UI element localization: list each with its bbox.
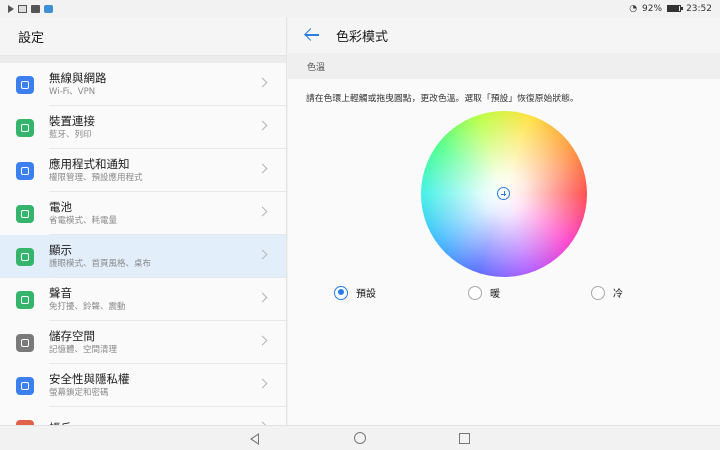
color-mode-panel: 色彩模式 色溫 請在色環上輕觸或拖曳圓點，更改色溫。選取「預設」恢復原始狀態。 …: [288, 17, 720, 425]
battery-percent: 92%: [642, 3, 663, 14]
sidebar-item-text: 電池省電模式、耗電量: [49, 200, 117, 227]
battery-icon: [667, 5, 684, 12]
chevron-right-icon: [257, 292, 268, 303]
app-icon: [44, 4, 53, 13]
sidebar-item-subtitle: 護眼模式、首頁風格、桌布: [49, 259, 152, 269]
page-title: 色彩模式: [336, 29, 389, 45]
radio-label: 預設: [356, 289, 376, 300]
icon-glyph: [21, 209, 29, 218]
sidebar-item-text: 顯示護眼模式、首頁風格、桌布: [49, 243, 151, 270]
sidebar-item-label: 儲存空間: [49, 329, 95, 343]
sidebar-item-label: 應用程式和通知: [49, 157, 130, 171]
image-icon: [18, 4, 27, 13]
chevron-right-icon: [257, 249, 268, 260]
security-shield-icon: [16, 376, 34, 395]
sidebar-item-label: 聲音: [49, 286, 72, 300]
apps-icon: [16, 161, 34, 180]
divider: [0, 55, 286, 63]
radio-circle: [334, 285, 348, 300]
section-header-color-temperature: 色溫: [288, 53, 720, 79]
sidebar-item-battery[interactable]: 電池省電模式、耗電量: [0, 192, 286, 235]
wifi-icon: [16, 75, 34, 94]
sidebar-item-wifi[interactable]: 無線與網路 Wi-Fi、VPN: [0, 63, 286, 106]
color-picker-handle[interactable]: [497, 187, 510, 200]
nav-back-icon[interactable]: [250, 433, 259, 445]
sidebar-item-label: 顯示: [49, 243, 72, 257]
status-bar: ◔ 92% 23:52: [0, 0, 720, 17]
sidebar-item-label: 裝置連接: [49, 114, 95, 128]
instruction-text: 請在色環上輕觸或拖曳圓點，更改色溫。選取「預設」恢復原始狀態。: [306, 94, 579, 104]
sidebar-item-text: 裝置連接 藍牙、列印: [49, 114, 95, 141]
sidebar-item-subtitle: 免打擾、鈴聲、震動: [49, 302, 126, 312]
status-right: ◔ 92% 23:52: [629, 4, 712, 14]
icon-glyph: [21, 252, 29, 261]
navigation-bar: [0, 425, 720, 450]
sidebar-item-sound[interactable]: 聲音免打擾、鈴聲、震動: [0, 278, 286, 321]
radio-warm[interactable]: 暖: [468, 285, 500, 300]
sound-icon: [16, 290, 34, 309]
radio-cool[interactable]: 冷: [591, 285, 623, 300]
battery-fill: [668, 6, 680, 11]
nav-home-icon[interactable]: [354, 432, 366, 444]
sidebar-item-text: 無線與網路 Wi-Fi、VPN: [49, 71, 107, 98]
sidebar-item-text: 聲音免打擾、鈴聲、震動: [49, 286, 126, 313]
radio-circle: [468, 285, 482, 300]
radio-label: 冷: [613, 289, 623, 300]
sidebar-item-subtitle: Wi-Fi、VPN: [49, 87, 96, 97]
icon-glyph: [21, 295, 29, 304]
sidebar-item-label: 安全性與隱私權: [49, 372, 130, 386]
clock: 23:52: [686, 3, 712, 14]
icon-glyph: [21, 381, 29, 390]
color-mode-options: 預設 暖 冷: [288, 285, 720, 301]
nav-recents-icon[interactable]: [459, 433, 470, 444]
back-arrow-icon[interactable]: [304, 28, 320, 42]
sidebar-item-subtitle: 省電模式、耗電量: [49, 216, 118, 226]
device-connection-icon: [16, 118, 34, 137]
sidebar-item-account[interactable]: 帳戶: [0, 407, 286, 425]
radio-label: 暖: [490, 289, 500, 300]
icon-glyph: [21, 123, 29, 132]
icon-glyph: [21, 166, 29, 175]
radio-circle: [591, 285, 605, 300]
sidebar-item-device-connection[interactable]: 裝置連接 藍牙、列印: [0, 106, 286, 149]
chevron-right-icon: [257, 163, 268, 174]
color-mode-header: 色彩模式: [288, 17, 720, 53]
status-left-icons: [8, 4, 53, 13]
sidebar-item-text: 儲存空間記憶體、空間清理: [49, 329, 117, 356]
sidebar-item-subtitle: 藍牙、列印: [49, 130, 92, 140]
battery-icon: [16, 204, 34, 223]
message-icon: [31, 4, 40, 13]
settings-title: 設定: [18, 30, 45, 46]
chevron-right-icon: [257, 206, 268, 217]
wifi-signal-icon: ◔: [629, 3, 638, 14]
sidebar-item-text: 安全性與隱私權螢幕鎖定和密碼: [49, 372, 130, 399]
sidebar-item-storage[interactable]: 儲存空間記憶體、空間清理: [0, 321, 286, 364]
sidebar-item-security-shield[interactable]: 安全性與隱私權螢幕鎖定和密碼: [0, 364, 286, 407]
sidebar-item-label: 無線與網路: [49, 71, 107, 85]
sidebar-item-apps[interactable]: 應用程式和通知權限管理、預設應用程式: [0, 149, 286, 192]
chevron-right-icon: [257, 335, 268, 346]
chevron-right-icon: [257, 378, 268, 389]
sidebar-item-subtitle: 記憶體、空間清理: [49, 345, 118, 355]
sidebar-item-text: 應用程式和通知權限管理、預設應用程式: [49, 157, 143, 184]
sidebar-item-subtitle: 螢幕鎖定和密碼: [49, 388, 109, 398]
sidebar-item-subtitle: 權限管理、預設應用程式: [49, 173, 143, 183]
icon-glyph: [21, 80, 29, 89]
play-icon: [8, 4, 14, 13]
settings-panel: 設定 無線與網路 Wi-Fi、VPN 裝置連接藍牙、列印應用程式和通知權限管理、預設…: [0, 17, 287, 425]
radio-default[interactable]: 預設: [334, 285, 376, 300]
icon-glyph: [21, 338, 29, 347]
chevron-right-icon: [257, 120, 268, 131]
display-icon: [16, 247, 34, 266]
storage-icon: [16, 333, 34, 352]
settings-list: 無線與網路 Wi-Fi、VPN 裝置連接藍牙、列印應用程式和通知權限管理、預設應用程…: [0, 63, 286, 425]
sidebar-item-display[interactable]: 顯示護眼模式、首頁風格、桌布: [0, 235, 286, 278]
chevron-right-icon: [257, 77, 268, 88]
sidebar-item-label: 電池: [49, 200, 72, 214]
